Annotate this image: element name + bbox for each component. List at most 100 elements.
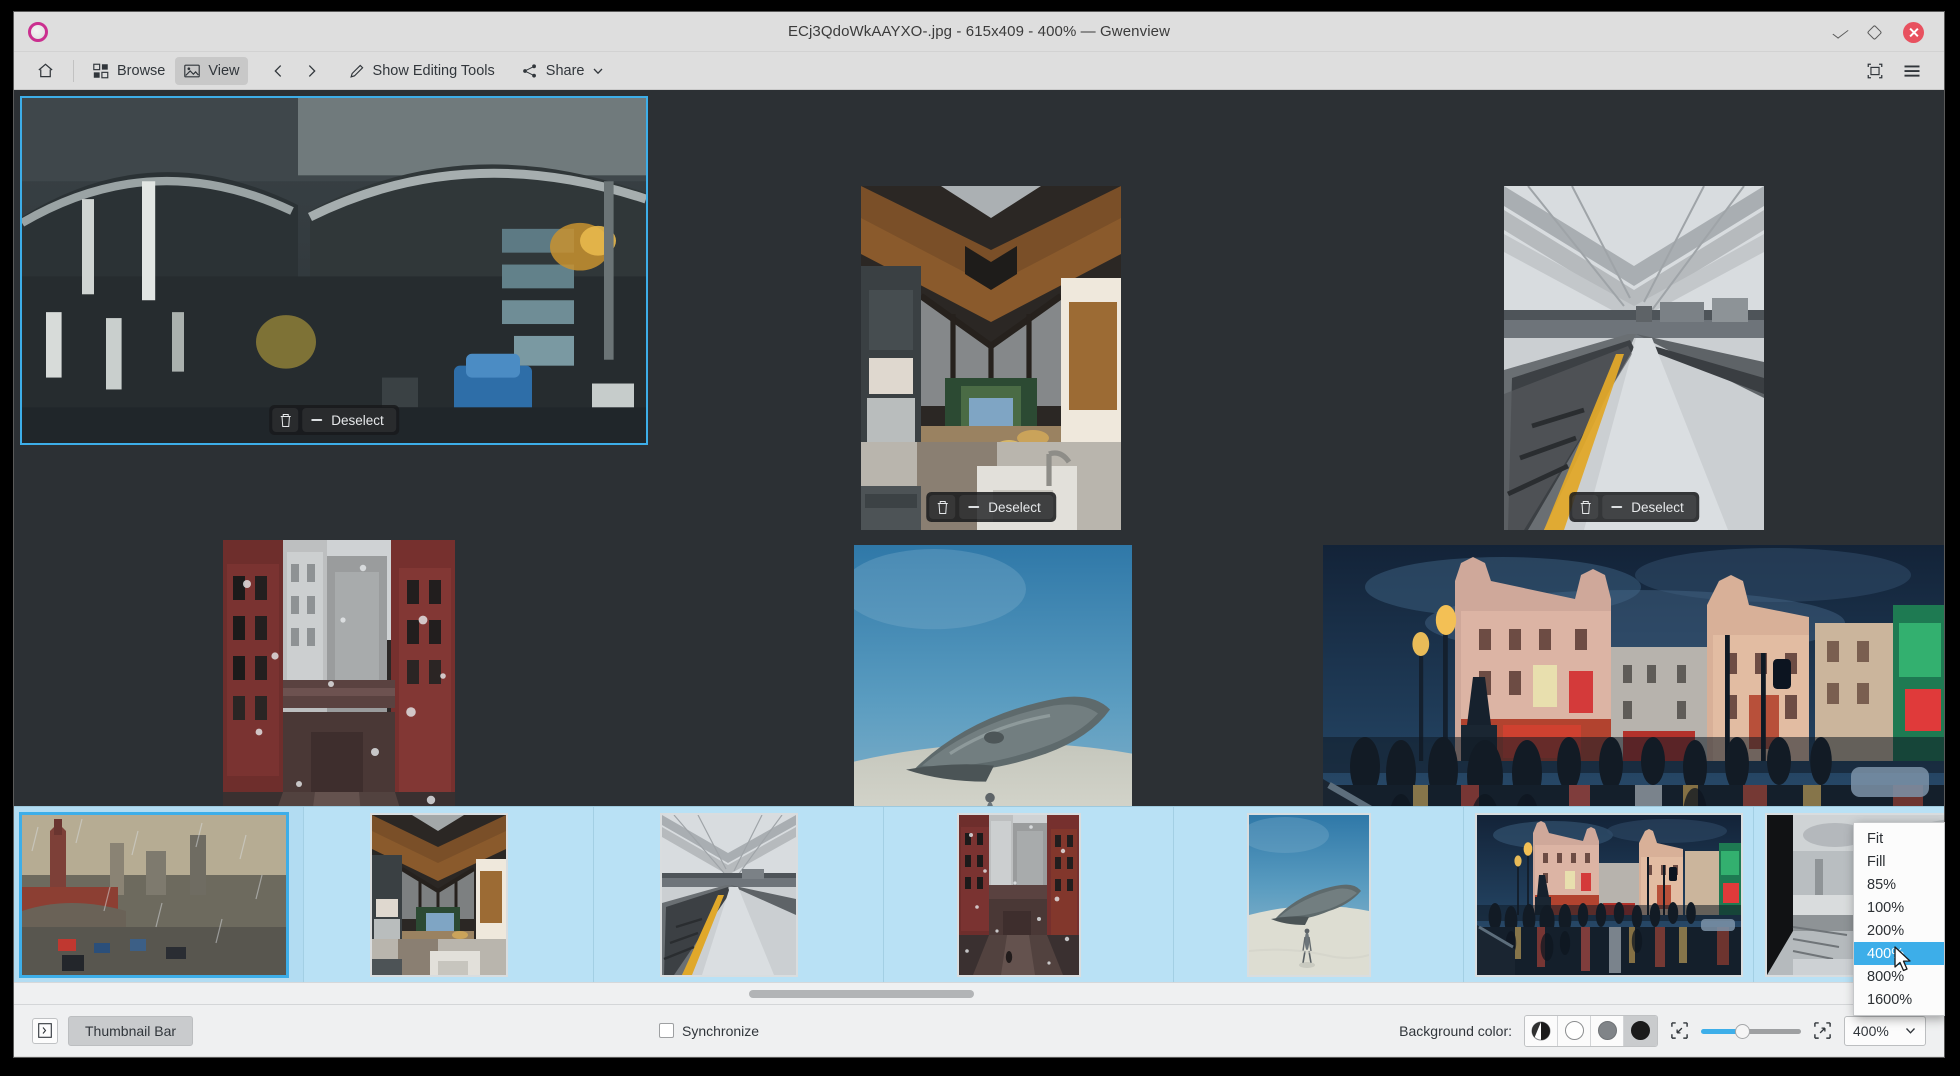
browse-icon [93,63,109,78]
zoom-slider-handle[interactable] [1735,1023,1750,1039]
window-shell: ECj3QdoWkAAYXO-.jpg - 615x409 - 400% — G… [0,0,1960,1076]
synchronize-label: Synchronize [682,1022,760,1039]
thumbnail-slot-train-station-platform[interactable] [594,807,884,982]
close-button[interactable] [1903,22,1924,43]
zoom-option-1600[interactable]: 1600% [1854,988,1944,1011]
share-label: Share [545,62,585,79]
toolbar-separator [73,59,74,82]
thumbnail-slot-rainy-city-viaduct[interactable] [14,807,304,982]
browse-label: Browse [117,62,166,79]
thumbnail-train-station-platform[interactable] [660,813,798,977]
image-snowy-red-brick-street [223,540,455,806]
minus-icon [1611,505,1623,509]
thumbnail-barn-house-kitchen[interactable] [370,813,508,977]
zoom-option-fill[interactable]: Fill [1854,850,1944,873]
thumbnail-slot-piccadilly-circus-night[interactable] [1464,807,1754,982]
chevron-left-icon [273,64,281,77]
view-image-icon [184,64,201,77]
browse-button[interactable]: Browse [84,57,173,85]
zoom-option-400[interactable]: 400% [1854,942,1944,965]
image-barn-house-kitchen [861,186,1121,530]
image-cell-train-station-platform[interactable]: Deselect [1504,186,1764,530]
maximize-button[interactable] [1865,23,1884,42]
title-bar: ECj3QdoWkAAYXO-.jpg - 615x409 - 400% — G… [14,12,1944,52]
checkbox-icon [659,1023,674,1038]
thumbnail-scrollbar-track[interactable] [14,982,1944,1004]
deselect-button[interactable]: Deselect [302,408,396,432]
zoom-option-85[interactable]: 85% [1854,873,1944,896]
hamburger-menu-button[interactable] [1894,57,1930,85]
zoom-slider[interactable] [1701,1021,1801,1041]
minus-icon [968,505,980,509]
trash-icon [937,500,948,514]
thumbnail-bar-label: Thumbnail Bar [85,1022,177,1039]
deselect-button[interactable]: Deselect [1602,495,1696,519]
bg-swatch-gray[interactable] [1591,1015,1624,1046]
image-cell-rainy-city-viaduct[interactable]: Deselect [20,96,648,445]
sidebar-panel-icon [38,1023,52,1038]
zoom-option-100[interactable]: 100% [1854,896,1944,919]
half-circle-icon [1531,1021,1551,1040]
chevron-right-icon [308,64,316,77]
bg-swatch-checker[interactable] [1525,1015,1558,1046]
bg-swatch-black[interactable] [1624,1015,1657,1046]
image-train-station-platform [1504,186,1764,530]
thumbnail-snowy-red-brick-street[interactable] [957,813,1081,977]
delete-button[interactable] [1572,495,1599,519]
deselect-button[interactable]: Deselect [959,495,1053,519]
deselect-label: Deselect [331,412,384,428]
image-cell-snowy-red-brick-street[interactable]: Deselect [223,540,455,806]
black-circle-icon [1631,1021,1650,1040]
next-button[interactable] [296,57,328,85]
zoom-actual-size-icon[interactable] [1813,1021,1832,1040]
deselect-toolbar: Deselect [1569,492,1699,522]
image-cell-piccadilly-circus-night[interactable]: Deselect [1323,545,1944,806]
chevron-down-icon [593,68,602,74]
thumbnail-bar-button[interactable]: Thumbnail Bar [68,1015,194,1046]
zoom-level-combobox[interactable]: 400% [1844,1015,1926,1046]
hamburger-menu-icon [1904,65,1920,77]
diamond-icon [1866,24,1883,41]
thumbnail-scrollbar-handle[interactable] [749,990,974,998]
zoom-fit-icon[interactable] [1670,1021,1689,1040]
trash-icon [280,413,291,427]
delete-button[interactable] [272,408,299,432]
minimize-button[interactable] [1831,23,1850,42]
thumbnail-underwater-shipwreck-diver[interactable] [1247,813,1371,977]
image-cell-underwater-shipwreck-diver[interactable]: Deselect [854,545,1132,806]
zoom-option-fit[interactable]: Fit [1854,827,1944,850]
background-color-label: Background color: [1399,1022,1512,1039]
zoom-option-200[interactable]: 200% [1854,919,1944,942]
thumbnail-slot-snowy-red-brick-street[interactable] [884,807,1174,982]
application-window: ECj3QdoWkAAYXO-.jpg - 615x409 - 400% — G… [14,12,1944,1057]
thumbnail-rainy-city-viaduct[interactable] [20,813,288,977]
view-button[interactable]: View [175,56,248,85]
share-button[interactable]: Share [513,57,612,85]
thumb-image-4 [959,815,1079,975]
show-editing-tools-button[interactable]: Show Editing Tools [340,57,503,85]
thumbnail-piccadilly-circus-night[interactable] [1475,813,1743,977]
previous-button[interactable] [262,57,294,85]
home-button[interactable] [28,57,63,85]
zoom-option-800[interactable]: 800% [1854,965,1944,988]
chevron-down-icon [1832,26,1849,39]
share-icon [522,63,536,78]
thumbnail-slot-underwater-shipwreck-diver[interactable] [1174,807,1464,982]
image-cell-barn-house-kitchen[interactable]: Deselect [861,186,1121,530]
thumbnail-slot-barn-house-kitchen[interactable] [304,807,594,982]
bg-swatch-white[interactable] [1558,1015,1591,1046]
deselect-toolbar: Deselect [926,492,1056,522]
image-rainy-city-viaduct [22,98,646,443]
main-toolbar: Browse View Show Editing Tools Share [14,52,1944,90]
thumbnail-bar[interactable] [14,806,1944,982]
close-icon [1909,27,1919,38]
synchronize-checkbox[interactable]: Synchronize [659,1023,759,1039]
delete-button[interactable] [929,495,956,519]
image-underwater-shipwreck-diver [854,545,1132,806]
zoom-level-dropdown-menu[interactable]: Fit Fill 85% 100% 200% 400% 800% 1600% [1853,822,1945,1016]
fullscreen-button[interactable] [1858,57,1892,85]
sidebar-toggle-button[interactable] [32,1017,58,1044]
zoom-slider-empty-track [1743,1028,1801,1034]
thumb-image-3 [662,815,796,975]
window-title: ECj3QdoWkAAYXO-.jpg - 615x409 - 400% — G… [787,23,1171,40]
